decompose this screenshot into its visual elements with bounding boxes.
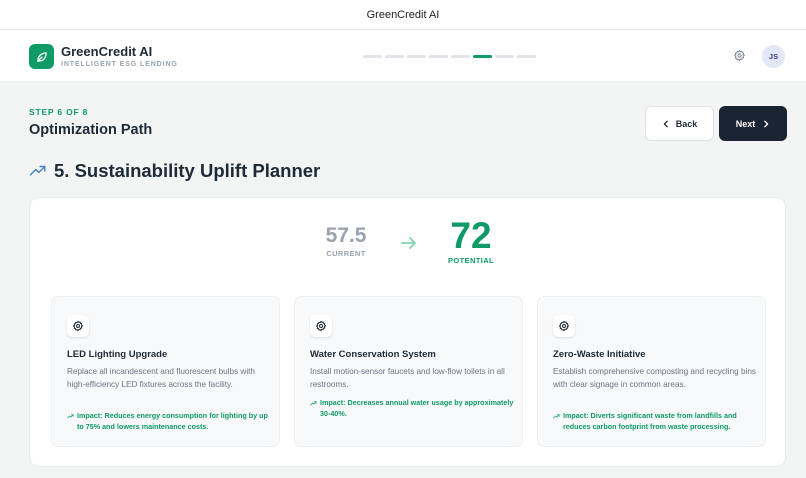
back-button[interactable]: Back [645,106,714,141]
section-title: 5. Sustainability Uplift Planner [54,160,321,181]
user-avatar[interactable]: JS [762,45,785,68]
initiative-impact: Impact: Diverts significant waste from l… [553,411,761,432]
initiative-description: Establish comprehensive composting and r… [553,367,756,389]
settings-button[interactable] [731,47,748,64]
step-progress [363,55,536,58]
next-button[interactable]: Next [719,106,787,141]
trending-up-icon [67,414,74,419]
chevron-right-icon [764,120,769,127]
initiative-impact: Impact: Reduces energy consumption for l… [67,411,275,432]
uplift-planner-card: 57.5 CURRENT 72 POTENTIAL LED Lighting U… [29,197,786,467]
step-segment [451,55,470,58]
initiative-impact: Impact: Decreases annual water usage by … [310,398,518,419]
next-button-label: Next [735,118,756,129]
gear-icon [67,315,89,337]
back-button-label: Back [675,118,698,129]
potential-score-label: POTENTIAL [447,256,495,265]
initiative-description: Replace all incandescent and fluorescent… [67,367,255,389]
initiative-title: LED Lighting Upgrade [67,349,168,360]
current-score-value: 57.5 [325,224,367,247]
leaf-icon [29,44,54,69]
initiative-impact-text: Impact: Diverts significant waste from l… [563,411,737,431]
brand-name: GreenCredit AI [61,44,153,59]
page-title: Optimization Path [29,122,153,138]
step-segment [385,55,404,58]
step-segment [429,55,448,58]
initiative-card[interactable]: Water Conservation System Install motion… [294,296,523,447]
trending-up-icon [553,414,560,419]
step-segment [363,55,382,58]
brand-tagline: INTELLIGENT ESG LENDING [61,61,178,68]
initiative-card[interactable]: LED Lighting Upgrade Replace all incande… [51,296,280,447]
initiative-title: Water Conservation System [310,349,436,360]
trending-up-icon [29,165,46,176]
section-header: 5. Sustainability Uplift Planner [29,160,320,182]
step-segment [495,55,514,58]
current-score-label: CURRENT [326,249,366,258]
initiative-title: Zero-Waste Initiative [553,349,646,360]
arrow-right-icon [400,236,418,255]
chevron-left-icon [663,120,668,127]
potential-score: 72 POTENTIAL [441,215,501,266]
initiative-description: Install motion-sensor faucets and low-fl… [310,367,505,389]
step-segment [473,55,492,58]
trending-up-icon [310,401,317,406]
initiative-card[interactable]: Zero-Waste Initiative Establish comprehe… [537,296,766,447]
gear-icon [734,49,745,62]
potential-score-value: 72 [450,215,492,256]
window-titlebar: GreenCredit AI [0,0,806,30]
current-score: 57.5 CURRENT [321,224,371,258]
window-title: GreenCredit AI [366,8,440,21]
step-label: STEP 6 OF 8 [29,107,89,117]
gear-icon [553,315,575,337]
initiative-impact-text: Impact: Decreases annual water usage by … [320,398,514,418]
gear-icon [310,315,332,337]
step-segment [407,55,426,58]
initiative-impact-text: Impact: Reduces energy consumption for l… [77,411,268,431]
step-segment [517,55,536,58]
